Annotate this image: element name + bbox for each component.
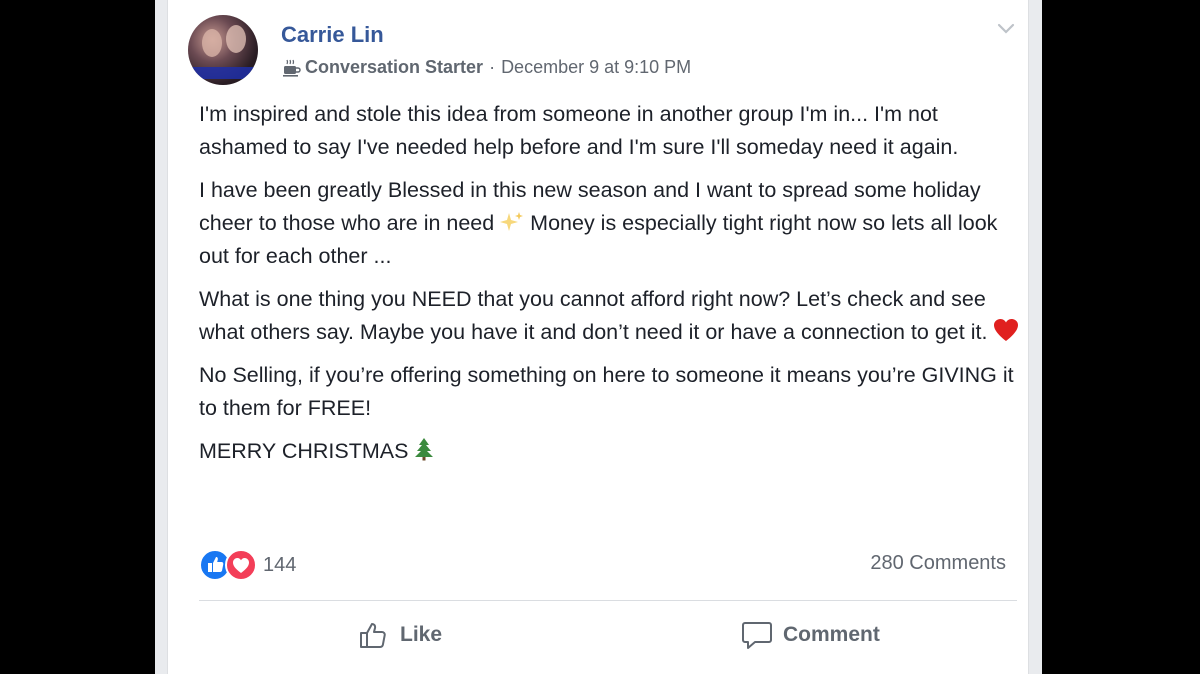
thumbs-up-icon [360, 623, 386, 648]
post-paragraph: No Selling, if you’re offering something… [199, 359, 1029, 425]
paragraph-text: MERRY CHRISTMAS [199, 439, 415, 463]
post-paragraph: What is one thing you NEED that you cann… [199, 283, 1029, 349]
post-paragraph: I have been greatly Blessed in this new … [199, 174, 1029, 273]
author-avatar[interactable] [188, 15, 258, 85]
avatar-photo-person-1 [202, 29, 222, 57]
like-button[interactable]: Like [358, 615, 442, 655]
post-paragraph: MERRY CHRISTMAS [199, 435, 1029, 468]
post-paragraph: I'm inspired and stole this idea from so… [199, 98, 1029, 164]
post-timestamp[interactable]: December 9 at 9:10 PM [501, 57, 691, 78]
like-button-label: Like [400, 623, 443, 646]
group-badge-label[interactable]: Conversation Starter [305, 57, 483, 78]
post-options-chevron-down-icon[interactable] [996, 20, 1016, 36]
meta-separator: · [489, 57, 496, 77]
comments-count-link[interactable]: 280 Comments [870, 552, 1006, 575]
sparkles-emoji-icon [500, 212, 524, 231]
comment-button-label: Comment [783, 623, 880, 646]
feed-area: Carrie Lin Conversation Starter · Decemb… [155, 0, 1042, 674]
paragraph-text: No Selling, if you’re offering something… [199, 363, 1014, 420]
reaction-icons [199, 549, 257, 581]
comment-button[interactable]: Comment [741, 615, 880, 655]
post-body: I'm inspired and stole this idea from so… [199, 98, 1029, 478]
post-card: Carrie Lin Conversation Starter · Decemb… [167, 0, 1029, 674]
avatar-photo-band [188, 67, 258, 79]
avatar-photo-person-2 [226, 25, 246, 53]
reaction-summary[interactable]: 144 [199, 549, 296, 581]
author-name-link[interactable]: Carrie Lin [281, 22, 384, 48]
christmas-tree-emoji-icon [415, 438, 434, 461]
paragraph-text: What is one thing you NEED that you cann… [199, 287, 994, 344]
action-bar-divider [199, 600, 1017, 601]
post-meta: Conversation Starter · December 9 at 9:1… [281, 57, 691, 78]
reaction-count: 144 [263, 553, 297, 576]
love-reaction-icon [225, 549, 257, 581]
coffee-cup-icon [283, 59, 301, 77]
paragraph-text: I'm inspired and stole this idea from so… [199, 102, 959, 159]
red-heart-emoji-icon [994, 319, 1019, 341]
comment-bubble-icon [742, 622, 772, 649]
